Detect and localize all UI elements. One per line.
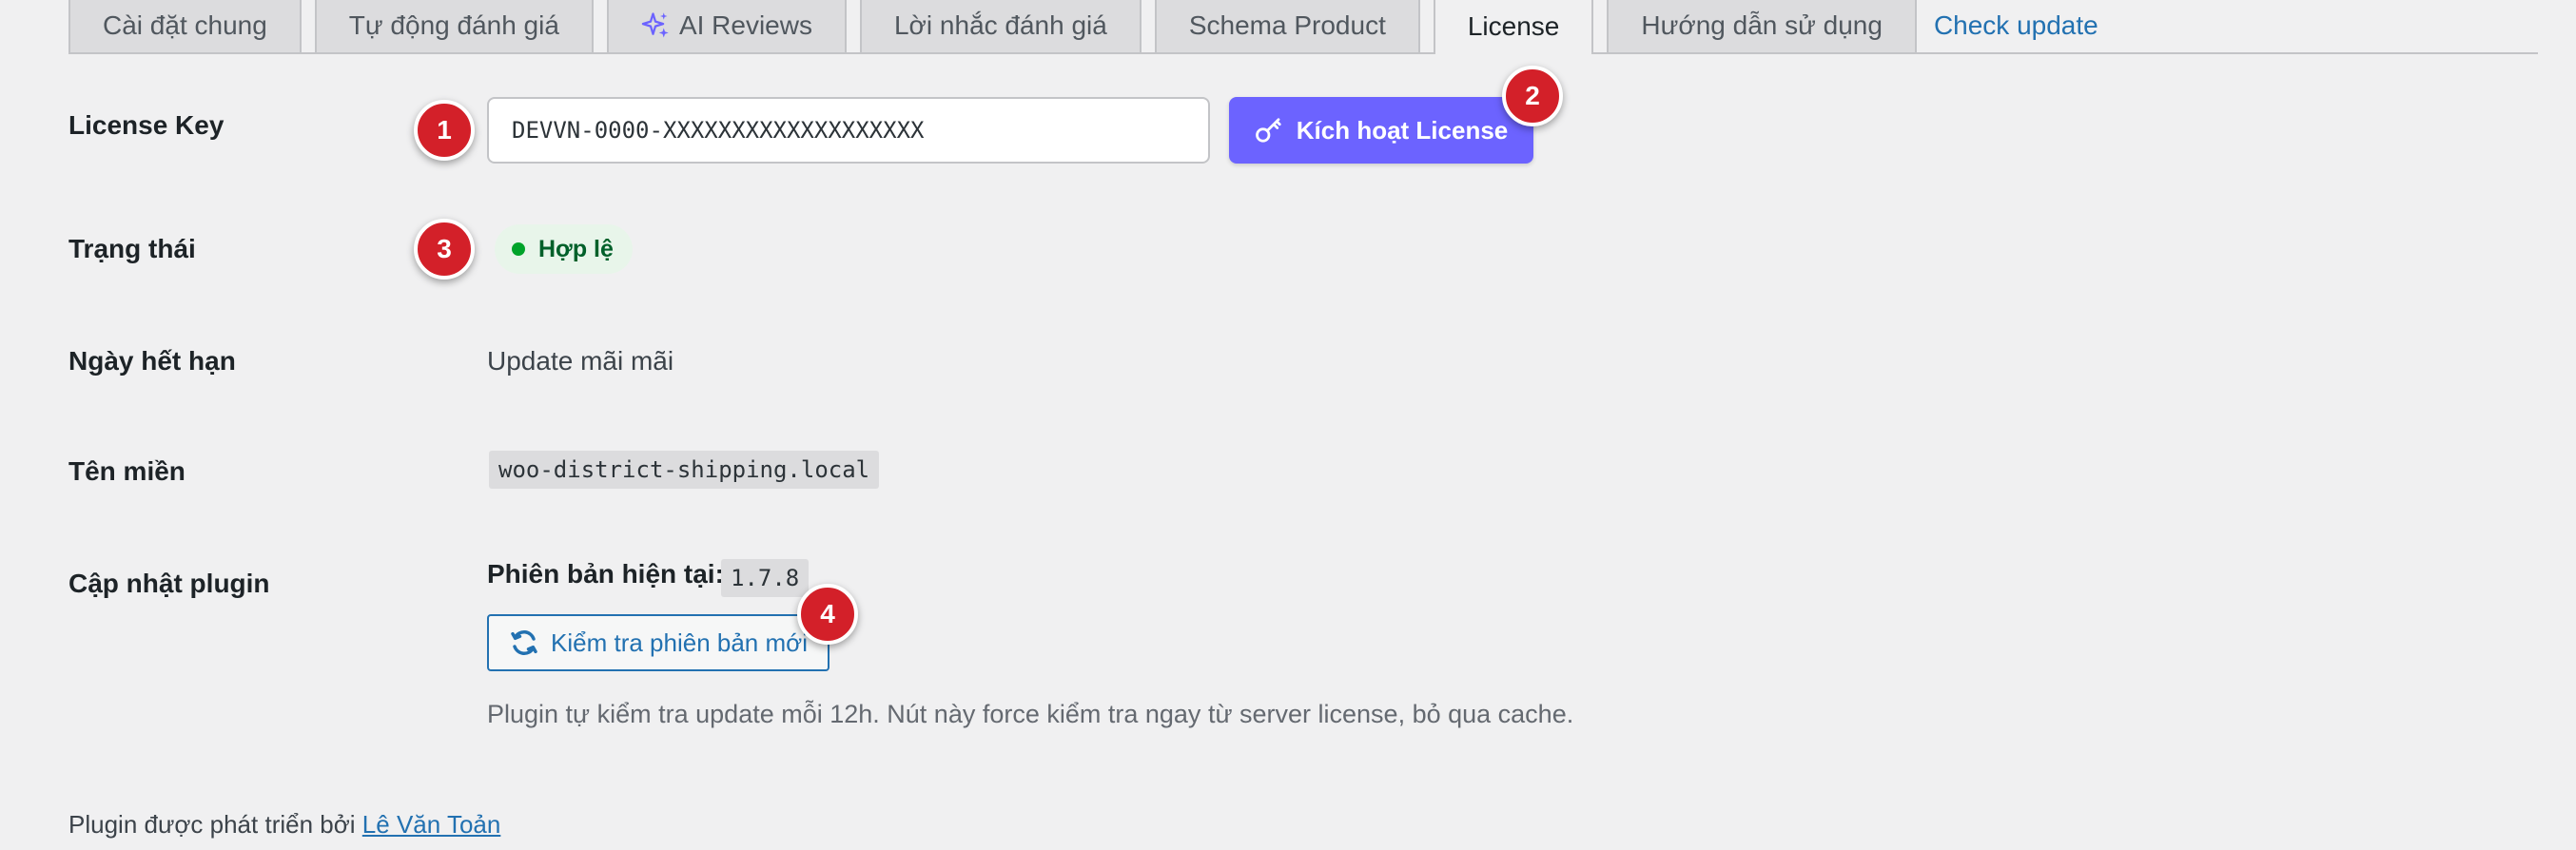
status-dot-icon xyxy=(512,242,525,256)
expiry-label: Ngày hết hạn xyxy=(68,346,236,376)
marker-1: 1 xyxy=(414,100,475,161)
check-update-link[interactable]: Check update xyxy=(1930,0,2102,52)
tab-label: Hướng dẫn sử dụng xyxy=(1641,10,1883,40)
expiry-value: Update mãi mãi xyxy=(487,346,674,376)
domain-label: Tên miền xyxy=(68,456,185,486)
settings-tabs: Cài đặt chung Tự động đánh giá AI Review… xyxy=(68,0,2538,54)
plugin-update-label: Cập nhật plugin xyxy=(68,569,270,598)
status-badge: Hợp lệ xyxy=(495,224,633,274)
update-help-text: Plugin tự kiểm tra update mỗi 12h. Nút n… xyxy=(487,700,1574,728)
current-version-label: Phiên bản hiện tại: xyxy=(487,559,724,589)
license-key-label: License Key xyxy=(68,110,224,140)
tab-review-reminder[interactable]: Lời nhắc đánh giá xyxy=(859,0,1142,52)
key-icon xyxy=(1255,118,1281,143)
tab-schema-product[interactable]: Schema Product xyxy=(1154,0,1420,52)
check-new-version-label: Kiểm tra phiên bản mới xyxy=(551,628,808,657)
footer-text: Plugin được phát triển bởi xyxy=(68,810,356,839)
status-label: Trạng thái xyxy=(68,234,196,263)
tab-label: Tự động đánh giá xyxy=(348,10,559,40)
license-key-value: DEVVN-0000-XXXXXXXXXXXXXXXXXXX xyxy=(512,117,925,144)
tab-label: Cài đặt chung xyxy=(103,10,267,40)
license-settings-page: Cài đặt chung Tự động đánh giá AI Review… xyxy=(0,0,2576,850)
marker-2: 2 xyxy=(1502,66,1563,126)
license-key-input[interactable]: DEVVN-0000-XXXXXXXXXXXXXXXXXXX xyxy=(487,97,1210,164)
activate-license-label: Kích hoạt License xyxy=(1296,115,1509,145)
sparkle-icon xyxy=(641,11,669,37)
tab-label: Schema Product xyxy=(1188,10,1386,40)
tab-license[interactable]: License xyxy=(1433,0,1594,54)
status-value: Hợp lệ xyxy=(538,235,614,262)
domain-value: woo-district-shipping.local xyxy=(489,451,880,489)
tab-label: License xyxy=(1467,10,1560,41)
current-version-value: 1.7.8 xyxy=(721,559,810,597)
marker-4: 4 xyxy=(797,584,858,645)
author-link[interactable]: Lê Văn Toản xyxy=(362,810,501,839)
activate-license-button[interactable]: Kích hoạt License xyxy=(1229,97,1533,164)
footer: Plugin được phát triển bởi Lê Văn Toản xyxy=(68,810,500,840)
tab-ai-reviews[interactable]: AI Reviews xyxy=(606,0,847,52)
tab-label: Lời nhắc đánh giá xyxy=(893,10,1107,40)
check-new-version-button[interactable]: Kiểm tra phiên bản mới xyxy=(487,614,829,671)
tab-general[interactable]: Cài đặt chung xyxy=(68,0,302,52)
tab-label: AI Reviews xyxy=(678,10,812,40)
marker-3: 3 xyxy=(414,219,475,280)
tab-auto-review[interactable]: Tự động đánh giá xyxy=(314,0,594,52)
tab-user-guide[interactable]: Hướng dẫn sử dụng xyxy=(1607,0,1917,52)
refresh-icon xyxy=(511,629,537,656)
